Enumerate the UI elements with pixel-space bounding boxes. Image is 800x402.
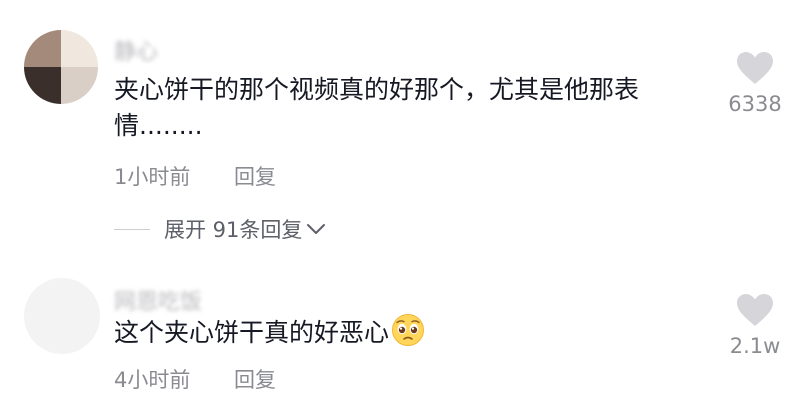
reply-button[interactable]: 回复	[234, 161, 276, 191]
comment-username[interactable]: 网恩吃饭	[114, 284, 202, 316]
comment-meta: 4小时前 回复	[114, 364, 276, 394]
comment-username[interactable]: 静心	[114, 34, 158, 66]
heart-icon[interactable]	[735, 50, 775, 86]
comment-item: 网恩吃饭 这个夹心饼干真的好恶心 4小时前 回复 2.1w	[0, 262, 800, 402]
comment-time: 1小时前	[114, 165, 191, 189]
pleading-face-emoji-icon	[392, 314, 425, 346]
like-button[interactable]: 2.1w	[710, 292, 800, 358]
like-count: 2.1w	[729, 334, 781, 358]
heart-icon[interactable]	[735, 292, 775, 328]
comment-text: 夹心饼干的那个视频真的好那个，尤其是他那表情........	[114, 75, 640, 140]
comment-meta: 1小时前 回复	[114, 161, 276, 191]
expand-replies-label: 展开 91条回复	[164, 218, 303, 242]
comment-text-container: 这个夹心饼干真的好恶心	[114, 313, 704, 351]
like-button[interactable]: 6338	[710, 50, 800, 116]
divider-line	[114, 228, 150, 230]
comment-item: 静心 夹心饼干的那个视频真的好那个，尤其是他那表情........ 1小时前 回…	[0, 0, 800, 260]
expand-replies-button[interactable]: 展开 91条回复	[114, 214, 326, 244]
chevron-down-icon	[307, 224, 326, 234]
comment-time: 4小时前	[114, 368, 191, 392]
reply-button[interactable]: 回复	[234, 364, 276, 394]
like-count: 6338	[728, 92, 782, 116]
comment-text: 这个夹心饼干真的好恶心	[114, 318, 390, 347]
avatar[interactable]	[24, 30, 98, 104]
avatar[interactable]	[24, 278, 100, 354]
